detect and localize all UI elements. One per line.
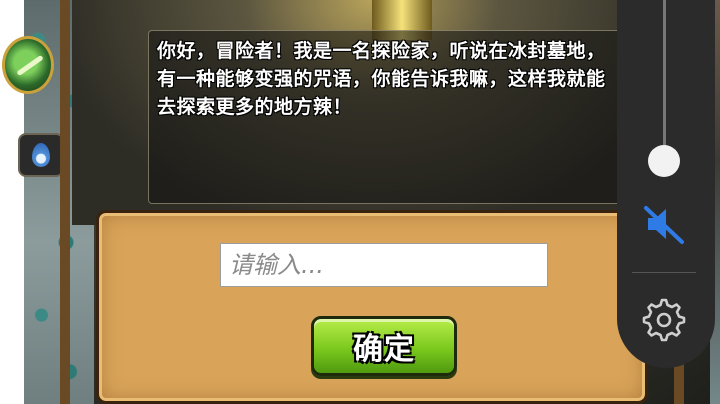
dialog-box: 你好，冒险者！我是一名探险家，听说在冰封墓地，有一种能够变强的咒语，你能告诉我嘛… [148, 30, 624, 204]
volume-slider-knob[interactable] [648, 145, 680, 177]
confirm-button[interactable]: 确定 [311, 316, 457, 376]
confirm-button-label: 确定 [353, 332, 415, 367]
gear-icon[interactable] [640, 296, 688, 344]
overlay-divider [632, 272, 696, 273]
skill-orb-icon[interactable] [2, 36, 54, 94]
speaker-muted-icon[interactable] [640, 200, 688, 248]
volume-slider-track[interactable] [663, 0, 666, 160]
dialog-text: 你好，冒险者！我是一名探险家，听说在冰封墓地，有一种能够变强的咒语，你能告诉我嘛… [157, 40, 606, 118]
answer-input[interactable] [220, 243, 548, 287]
water-drop-icon[interactable] [18, 133, 64, 177]
